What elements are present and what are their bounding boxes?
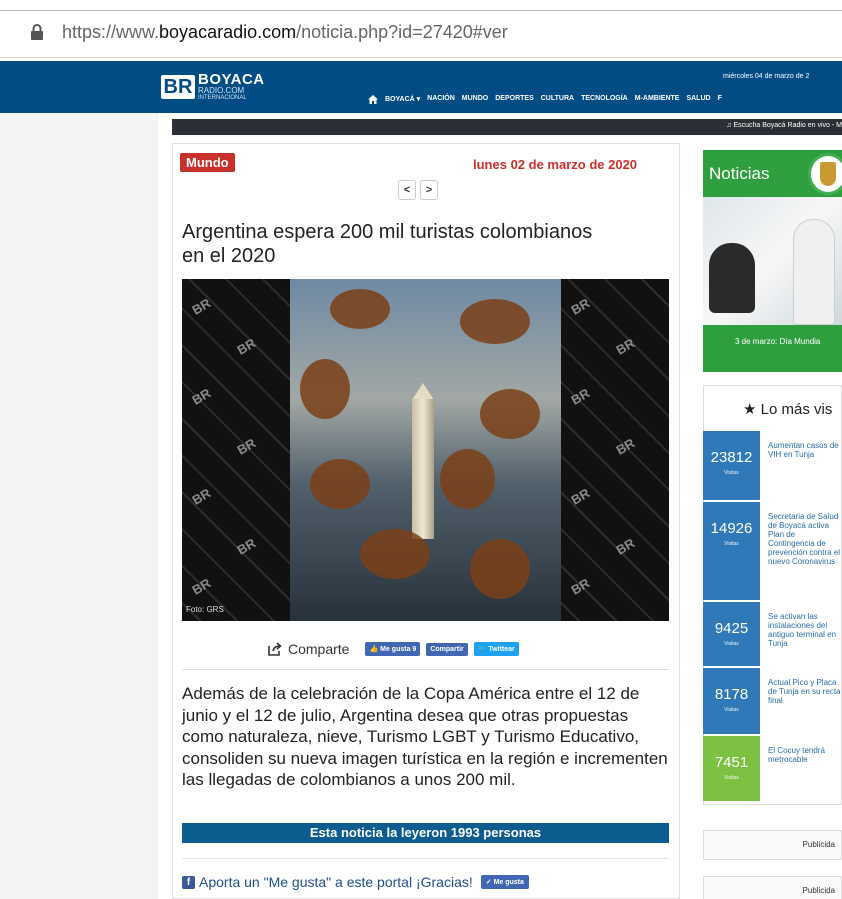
nav-item-overflow[interactable]: F	[718, 95, 722, 104]
watermark-panel-left: BR BR BR BR BR BR BR	[182, 279, 290, 621]
header-date: miércoles 04 de marzo de 2	[723, 73, 810, 80]
article-photo[interactable]: BR BR BR BR BR BR BR BR BR BR BR BR BR BR	[182, 279, 669, 621]
nav-item-cultura[interactable]: CULTURA	[541, 95, 574, 104]
ranking-item[interactable]: 7451 Visitas El Cocuy tendrá metrocable	[703, 736, 842, 801]
me-gusta-button[interactable]: ✓ Me gusta	[480, 875, 529, 889]
obelisk-image	[290, 279, 561, 621]
photo-credit: Foto: GRS	[186, 605, 224, 614]
ranking-title[interactable]: Secretaria de Salud de Boyacá activa Pla…	[760, 502, 842, 600]
prev-article-button[interactable]: <	[398, 180, 416, 200]
star-icon: ★	[743, 401, 761, 418]
noticias-slider[interactable]: Noticias 3 de marzo: Día Mundia	[703, 150, 842, 372]
facebook-like-button[interactable]: 👍 Me gusta 9	[365, 642, 421, 656]
home-icon[interactable]	[368, 95, 378, 104]
browser-address-bar[interactable]: https://www.boyacaradio.com/noticia.php?…	[0, 0, 842, 58]
aporta-text: Aporta un "Me gusta" a este portal ¡Grac…	[199, 874, 473, 890]
ranking-title[interactable]: Actual Pico y Placa de Tunja en su recta…	[760, 668, 842, 734]
ranking-count: 7451	[714, 754, 749, 771]
lock-icon	[31, 24, 43, 40]
share-label: Comparte	[288, 641, 350, 657]
watermark-panel-right: BR BR BR BR BR BR BR	[561, 279, 669, 621]
radio-strip[interactable]: ♫ Escucha Boyacá Radio en vivo - M	[172, 119, 842, 135]
ranking-count: 9425	[714, 620, 749, 637]
article-body: Además de la celebración de la Copa Amér…	[182, 684, 668, 789]
ranking-count: 14926	[710, 520, 753, 537]
next-article-button[interactable]: >	[420, 180, 438, 200]
category-badge[interactable]: Mundo	[180, 153, 235, 172]
tweet-button[interactable]: 🐦 Twittear	[473, 642, 519, 656]
ranking-count: 23812	[710, 449, 753, 466]
main-nav: BOYACÁ ▾ NACIÓN MUNDO DEPORTES CULTURA T…	[368, 95, 722, 104]
share-icon	[268, 642, 282, 656]
site-logo[interactable]: BOYACA RADIO.COM INTERNACIONAL	[198, 72, 265, 101]
nav-item-deportes[interactable]: DEPORTES	[495, 95, 534, 104]
ranking-count: 8178	[714, 686, 749, 703]
nav-item-boyaca[interactable]: BOYACÁ ▾	[385, 95, 420, 104]
article-date: lunes 02 de marzo de 2020	[473, 157, 638, 172]
radio-strip-text: Escucha Boyacá Radio en vivo - M	[733, 122, 842, 129]
left-margin-panel	[0, 113, 158, 899]
ranking-title[interactable]: Se activan las instalaciones del antiguo…	[760, 602, 842, 666]
ranking-title[interactable]: Aumentan casos de VIH en Tunja	[760, 431, 842, 500]
ranking-title[interactable]: El Cocuy tendrá metrocable	[760, 736, 842, 801]
nav-item-salud[interactable]: SALUD	[686, 95, 710, 104]
article-headline: Argentina espera 200 mil turistas colomb…	[182, 221, 593, 267]
share-divider	[182, 669, 669, 670]
most-viewed-heading: ★ Lo más vis	[743, 401, 833, 418]
check-icon: ✓	[485, 879, 494, 886]
ranking-item[interactable]: 9425 Visitas Se activan las instalaciones…	[703, 602, 842, 666]
thumbs-up-icon: 👍	[369, 646, 381, 653]
facebook-icon: f	[182, 875, 195, 889]
nav-item-mundo[interactable]: MUNDO	[462, 95, 488, 104]
share-bar: Comparte 👍 Me gusta 9 Compartir 🐦 Twitte…	[268, 641, 519, 657]
ranking-item[interactable]: 8178 Visitas Actual Pico y Placa de Tunja…	[703, 668, 842, 734]
ranking-item[interactable]: 23812 Visitas Aumentan casos de VIH en Tu…	[703, 431, 842, 500]
ad-slot[interactable]: Publicida	[703, 830, 842, 860]
noticias-caption[interactable]: 3 de marzo: Día Mundia	[735, 337, 820, 346]
ad-slot[interactable]: Publicida	[703, 876, 842, 899]
noticias-photo	[703, 197, 842, 325]
url-text[interactable]: https://www.boyacaradio.com/noticia.php?…	[62, 22, 508, 43]
nav-item-nacion[interactable]: NACIÓN	[427, 95, 455, 104]
ranking-item[interactable]: 14926 Visitas Secretaria de Salud de Boya…	[703, 502, 842, 600]
nav-item-tecnologia[interactable]: TECNOLOGÍA	[581, 95, 628, 104]
twitter-bird-icon: 🐦	[477, 646, 489, 653]
boyaca-shield-icon	[808, 153, 842, 195]
nav-item-m-ambiente[interactable]: M-AMBIENTE	[635, 95, 680, 104]
window-top-border	[0, 10, 842, 11]
article-pager: < >	[398, 180, 438, 200]
facebook-share-button[interactable]: Compartir	[426, 642, 468, 656]
read-count-bar: Esta noticia la leyeron 1993 personas	[182, 823, 669, 843]
body-divider	[182, 858, 669, 859]
aporta-like-row: f Aporta un "Me gusta" a este portal ¡Gr…	[182, 874, 529, 890]
logo-badge[interactable]: BR	[161, 75, 195, 99]
noticias-title: Noticias	[709, 164, 770, 183]
site-header: BR BOYACA RADIO.COM INTERNACIONAL miérco…	[0, 61, 842, 113]
